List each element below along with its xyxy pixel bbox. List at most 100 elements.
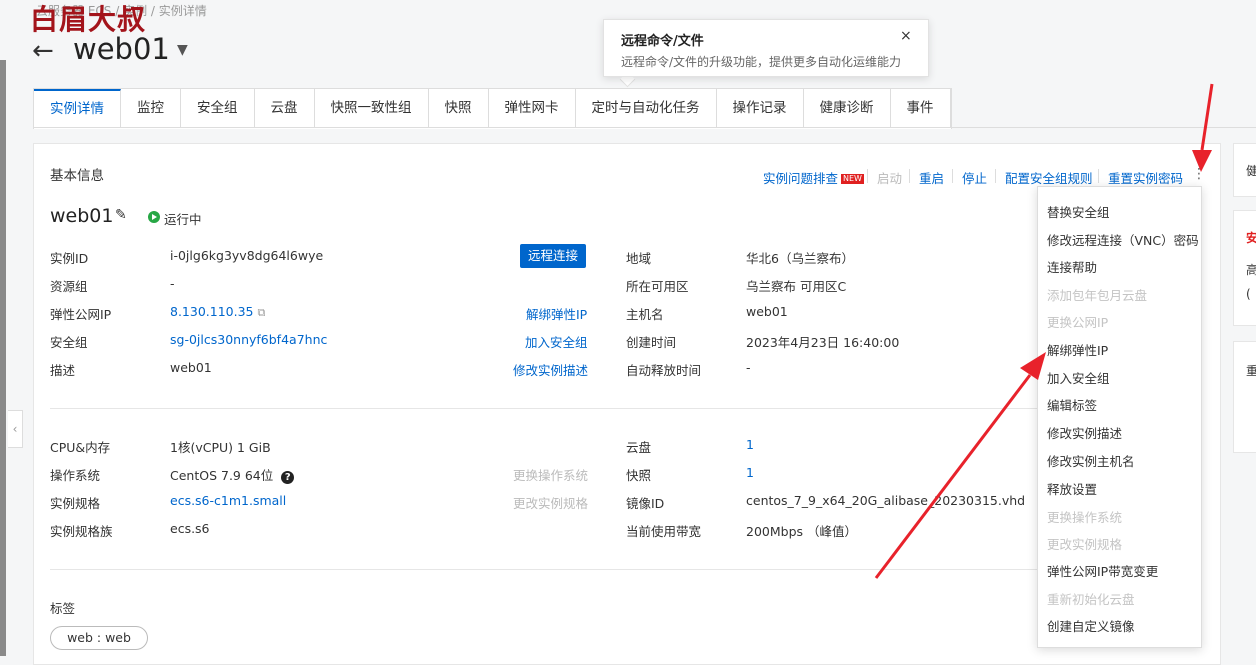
menu-item-connect-help[interactable]: 连接帮助	[1047, 257, 1097, 276]
info-label: 自动释放时间	[626, 363, 702, 378]
tab-bar: 实例详情 监控 安全组 云盘 快照一致性组 快照 弹性网卡 定时与自动化任务 操…	[33, 88, 952, 129]
info-label: 弹性公网IP	[50, 307, 112, 322]
tab-snapshots[interactable]: 快照	[429, 89, 489, 127]
snapshot-count-link[interactable]: 1	[746, 465, 754, 480]
close-icon[interactable]: ×	[900, 28, 912, 44]
stop-button[interactable]: 停止	[962, 168, 987, 187]
side-card: 重	[1233, 341, 1256, 453]
menu-item-join-sg[interactable]: 加入安全组	[1047, 368, 1110, 387]
side-card-text: 重	[1246, 364, 1256, 378]
info-label: 描述	[50, 363, 76, 378]
instance-spec-link[interactable]: ecs.s6-c1m1.small	[170, 493, 286, 508]
zone-value: 乌兰察布 可用区C	[746, 279, 847, 294]
menu-item-replace-sg[interactable]: 替换安全组	[1047, 202, 1110, 221]
os-value-row: CentOS 7.9 64位?	[170, 465, 295, 484]
new-badge: NEW	[841, 174, 864, 184]
change-os-link[interactable]: 更换操作系统	[513, 465, 588, 484]
tag-chip[interactable]: web : web	[50, 626, 148, 650]
info-label: 实例规格	[50, 496, 101, 511]
description-value: web01	[170, 360, 212, 375]
menu-item-release-settings[interactable]: 释放设置	[1047, 479, 1097, 498]
page-scrollbar[interactable]	[0, 60, 6, 656]
menu-item-edit-tags[interactable]: 编辑标签	[1047, 395, 1097, 414]
disk-count-link[interactable]: 1	[746, 437, 754, 452]
instance-name: web01	[50, 205, 114, 227]
info-label: 地域	[626, 251, 652, 266]
divider	[952, 169, 953, 183]
tab-monitoring[interactable]: 监控	[121, 89, 181, 127]
external-link-icon[interactable]: ⧉	[258, 306, 266, 319]
menu-item-reinit-disk[interactable]: 重新初始化云盘	[1047, 589, 1135, 608]
cpu-memory-value: 1核(vCPU) 1 GiB	[170, 440, 271, 455]
info-label: 云盘	[626, 440, 652, 455]
menu-item-vnc-password[interactable]: 修改远程连接（VNC）密码	[1047, 230, 1199, 249]
info-label: 镜像ID	[626, 496, 665, 511]
spec-family-value: ecs.s6	[170, 521, 210, 536]
menu-item-change-spec[interactable]: 更改实例规格	[1047, 534, 1122, 553]
auto-release-value: -	[746, 360, 751, 375]
info-label: 所在可用区	[626, 279, 689, 294]
image-id-value: centos_7_9_x64_20G_alibase_20230315.vhd	[746, 493, 1026, 508]
section-divider	[50, 408, 1200, 409]
created-time-value: 2023年4月23日 16:40:00	[746, 335, 900, 350]
running-status-icon	[148, 211, 160, 223]
more-actions-icon[interactable]: ⋮	[1192, 166, 1206, 182]
eip-value-row: 8.130.110.35 ⧉	[170, 304, 265, 320]
status-badge: 运行中	[164, 212, 202, 227]
chevron-down-icon[interactable]: ▼	[177, 42, 188, 58]
info-label: 快照	[626, 468, 652, 483]
info-label: 操作系统	[50, 468, 101, 483]
menu-item-unbind-eip[interactable]: 解绑弹性IP	[1047, 340, 1108, 359]
change-spec-link[interactable]: 更改实例规格	[513, 493, 588, 512]
help-icon[interactable]: ?	[281, 471, 295, 484]
menu-item-modify-hostname[interactable]: 修改实例主机名	[1047, 451, 1135, 470]
join-security-group-link[interactable]: 加入安全组	[525, 332, 588, 351]
back-arrow-icon[interactable]: ←	[32, 36, 54, 66]
popover-title: 远程命令/文件	[621, 34, 704, 49]
menu-item-change-os[interactable]: 更换操作系统	[1047, 507, 1122, 526]
section-divider	[50, 569, 1200, 570]
menu-item-modify-description[interactable]: 修改实例描述	[1047, 423, 1122, 442]
tab-operation-logs[interactable]: 操作记录	[717, 89, 804, 127]
reset-password-link[interactable]: 重置实例密码	[1108, 168, 1183, 187]
collapse-sidebar-button[interactable]: ‹	[8, 410, 23, 448]
side-card: 健	[1233, 143, 1256, 197]
tab-events[interactable]: 事件	[891, 89, 951, 127]
tags-label: 标签	[50, 601, 76, 616]
tab-scheduled-tasks[interactable]: 定时与自动化任务	[576, 89, 717, 127]
divider	[995, 169, 996, 183]
menu-item-add-subscription-disk[interactable]: 添加包年包月云盘	[1047, 285, 1147, 304]
menu-item-create-image[interactable]: 创建自定义镜像	[1047, 616, 1135, 635]
divider	[867, 169, 868, 183]
hostname-value: web01	[746, 304, 788, 319]
restart-button[interactable]: 重启	[919, 168, 944, 187]
info-label: 实例规格族	[50, 524, 113, 539]
eip-link[interactable]: 8.130.110.35	[170, 304, 254, 319]
menu-item-eip-bandwidth[interactable]: 弹性公网IP带宽变更	[1047, 561, 1158, 580]
menu-item-change-public-ip[interactable]: 更换公网IP	[1047, 312, 1108, 331]
tab-disks[interactable]: 云盘	[255, 89, 315, 127]
info-label: 安全组	[50, 335, 88, 350]
region-value: 华北6（乌兰察布）	[746, 251, 854, 266]
divider	[1098, 169, 1099, 183]
configure-sg-rules-link[interactable]: 配置安全组规则	[1005, 168, 1093, 187]
side-card-text: (	[1246, 287, 1251, 301]
tab-eni[interactable]: 弹性网卡	[489, 89, 576, 127]
remote-connect-button[interactable]: 远程连接	[520, 244, 586, 268]
security-group-link[interactable]: sg-0jlcs30nnyf6bf4a7hnc	[170, 332, 327, 347]
page-title: web01	[73, 32, 170, 66]
tab-health-diagnosis[interactable]: 健康诊断	[804, 89, 891, 127]
remote-command-popover: 远程命令/文件 远程命令/文件的升级功能，提供更多自动化运维能力 ×	[603, 19, 929, 77]
section-title: 基本信息	[50, 168, 104, 184]
unbind-eip-link[interactable]: 解绑弹性IP	[526, 304, 587, 323]
tab-security-group[interactable]: 安全组	[181, 89, 255, 127]
edit-pencil-icon[interactable]: ✎	[115, 207, 127, 223]
bandwidth-value: 200Mbps （峰值）	[746, 524, 857, 539]
popover-description: 远程命令/文件的升级功能，提供更多自动化运维能力	[621, 55, 902, 69]
tab-instance-details[interactable]: 实例详情	[34, 89, 121, 127]
start-button[interactable]: 启动	[877, 168, 902, 187]
tab-snapshot-consistency-group[interactable]: 快照一致性组	[315, 89, 429, 127]
modify-description-link[interactable]: 修改实例描述	[513, 360, 588, 379]
troubleshoot-link[interactable]: 实例问题排查 NEW	[763, 168, 864, 187]
info-label: 资源组	[50, 279, 88, 294]
